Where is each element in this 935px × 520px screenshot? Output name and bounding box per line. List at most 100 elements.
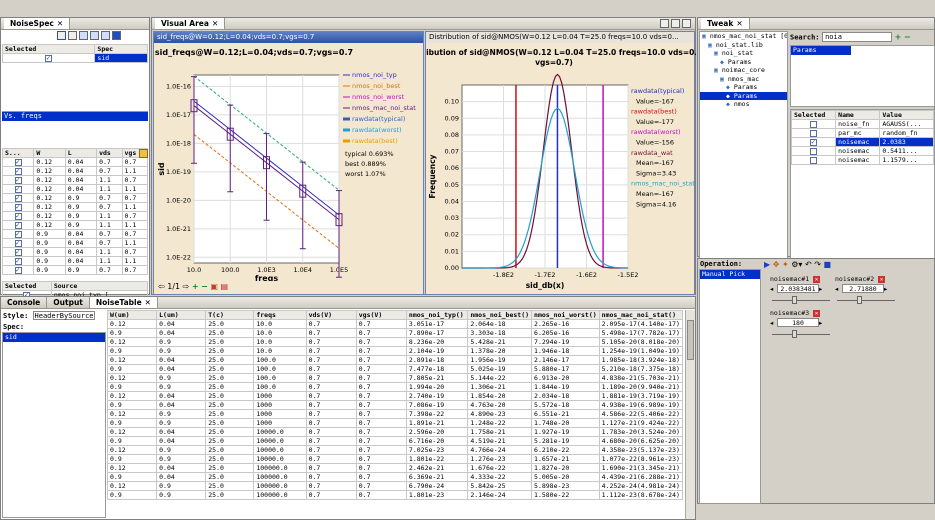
sweep-checkbox[interactable] (14, 266, 22, 274)
prev-page-icon[interactable]: ⇦ (158, 282, 165, 291)
sweep-checkbox[interactable] (14, 230, 22, 238)
spec-list-item[interactable]: sid (3, 333, 105, 342)
noise-col-header[interactable]: nmos_noi_best() (467, 310, 533, 320)
remove-param-icon[interactable]: ✕ (813, 276, 821, 283)
noise-row[interactable]: 0.12 0.9 25.0 10.0 0.7 0.7 8.236e-20 5.428e-21 7… (107, 337, 683, 347)
export-icon[interactable]: ▣ (210, 282, 218, 291)
noise-col-header[interactable]: nmos_noi_worst() (531, 310, 600, 320)
save-icon[interactable]: ■ (823, 260, 831, 269)
table-view-icon[interactable] (101, 31, 110, 40)
scroll-thumb[interactable] (687, 320, 694, 360)
spec-checkbox[interactable] (45, 54, 53, 62)
tree-node[interactable]: ◆ Params (700, 58, 787, 67)
noise-row[interactable]: 0.12 0.9 25.0 10000.0 0.7 0.7 7.025e-23 4.766e-… (107, 445, 683, 455)
noise-row[interactable]: 0.12 0.04 25.0 1000 0.7 0.7 2.740e-19 1.854e-20… (107, 391, 683, 401)
tree-node[interactable]: ▣ nmos_mac_noi_stat [0] (700, 32, 787, 41)
select-all-icon[interactable] (57, 31, 66, 40)
param-slider[interactable] (770, 330, 832, 338)
noise-col-header[interactable]: vgs(V) (355, 310, 407, 320)
noise-row[interactable]: 0.9 0.04 25.0 100000.0 0.7 0.7 6.369e-21 4.333e… (107, 472, 683, 482)
sweep-checkbox[interactable] (14, 158, 22, 166)
param-row[interactable]: noisemac2.0383 (790, 137, 934, 147)
sweep-checkbox[interactable] (14, 203, 22, 211)
operation-item[interactable]: Manual Pick (700, 270, 760, 279)
remove-icon[interactable]: − (904, 33, 911, 42)
sweep-checkbox[interactable] (14, 185, 22, 193)
tree-node[interactable]: ▣ noi_stat (700, 49, 787, 58)
tab-noisespec[interactable]: NoiseSpec ✕ (4, 18, 71, 29)
tree-node[interactable]: ▣ noi_stat.lib (700, 41, 787, 50)
param-checkbox[interactable] (810, 138, 818, 146)
undo-icon[interactable]: ↶ (805, 260, 812, 269)
settings-icon[interactable]: ⚙▾ (791, 260, 802, 269)
param-row[interactable]: par_mc random_fn (790, 128, 934, 138)
noise-row[interactable]: 0.12 0.9 25.0 100000.0 0.7 0.7 6.790e-24 5.842e… (107, 481, 683, 491)
sweep-row[interactable]: 0.120.90.70.7 (1, 193, 149, 203)
spec-row[interactable]: sid (1, 53, 148, 63)
remove-param-icon[interactable]: ✕ (813, 310, 821, 317)
play-icon[interactable]: ▶ (764, 260, 770, 269)
add-icon[interactable]: + (895, 33, 902, 42)
tree-node[interactable]: ▣ noimac_core (700, 66, 787, 75)
noise-row[interactable]: 0.12 0.9 25.0 100.0 0.7 0.7 7.805e-21 5.144e-22… (107, 373, 683, 383)
sweep-checkbox[interactable] (14, 212, 22, 220)
noise-col-header[interactable]: L(um) (156, 310, 207, 320)
noise-row[interactable]: 0.9 0.9 25.0 10000.0 0.7 0.7 1.801e-22 1.276e-2… (107, 454, 683, 464)
param-value-field[interactable]: 2.0383481 (777, 284, 819, 293)
param-slider[interactable] (835, 296, 897, 304)
param-row[interactable]: noisemac 1.1579... (790, 155, 934, 165)
param-slider[interactable] (770, 296, 832, 304)
param-checkbox[interactable] (810, 156, 818, 164)
noise-col-header[interactable]: freqs (253, 310, 307, 320)
redo-icon[interactable]: ↷ (814, 260, 821, 269)
sweep-icon[interactable]: ✦ (782, 260, 789, 269)
sweep-row[interactable]: 0.120.040.70.7 (1, 157, 149, 167)
close-icon[interactable]: ✕ (57, 19, 63, 28)
sweep-col-header[interactable]: S... (1, 148, 35, 158)
decrement-button[interactable]: ◂ (770, 285, 777, 293)
tab-visual-area[interactable]: Visual Area ✕ (155, 18, 226, 29)
tree-node[interactable]: ◆ Params (700, 83, 787, 92)
remove-icon[interactable]: − (201, 282, 208, 291)
sweep-row[interactable]: 0.120.041.10.7 (1, 175, 149, 185)
sweep-checkbox[interactable] (14, 248, 22, 256)
param-value-field[interactable]: 2.71880 (842, 284, 884, 293)
noise-row[interactable]: 0.12 0.04 25.0 100.0 0.7 0.7 2.891e-18 1.956e-1… (107, 355, 683, 365)
noise-row[interactable]: 0.12 0.9 25.0 1000 0.7 0.7 7.398e-22 4.890e-23 6… (107, 409, 683, 419)
sweep-col-header[interactable]: vds (96, 148, 123, 158)
tree-node[interactable]: ◆ Params (700, 91, 787, 100)
pick-icon[interactable]: ✥ (773, 260, 780, 269)
close-icon[interactable]: ✕ (212, 19, 218, 28)
sweep-search-icon[interactable] (139, 149, 148, 158)
sweep-checkbox[interactable] (14, 221, 22, 229)
sweep-row[interactable]: 0.120.041.11.1 (1, 184, 149, 194)
sweep-row[interactable]: 0.120.040.71.1 (1, 166, 149, 176)
minimize-icon[interactable] (671, 19, 680, 28)
tree-node[interactable]: ◆ nmos (700, 100, 787, 109)
noise-row[interactable]: 0.12 0.04 25.0 10.0 0.7 0.7 3.051e-17 2.064e-18… (107, 319, 683, 329)
sweep-row[interactable]: 0.90.040.71.1 (1, 238, 149, 248)
list-view-icon[interactable] (90, 31, 99, 40)
param-row[interactable]: noisemac 0.5411... (790, 146, 934, 156)
noise-col-header[interactable]: T(c) (205, 310, 255, 320)
noise-row[interactable]: 0.9 0.04 25.0 10000.0 0.7 0.7 6.716e-20 4.519e-… (107, 436, 683, 446)
noise-col-header[interactable]: nmos_mac_noi_stat() (598, 310, 683, 320)
param-row[interactable]: noise_fn AGAUSS(... (790, 119, 934, 129)
tab-tweak[interactable]: Tweak ✕ (701, 18, 750, 29)
increment-button[interactable]: ▸ (819, 319, 822, 327)
param-value-field[interactable]: 180 (777, 318, 819, 327)
sweep-row[interactable]: 0.120.90.71.1 (1, 202, 149, 212)
sweep-row[interactable]: 0.120.91.11.1 (1, 220, 149, 230)
noise-col-header[interactable]: nmos_noi_typ() (405, 310, 469, 320)
restore-icon[interactable] (660, 19, 669, 28)
noise-row[interactable]: 0.9 0.04 25.0 1000 0.7 0.7 7.086e-19 4.763e-20 5… (107, 400, 683, 410)
sweep-checkbox[interactable] (14, 176, 22, 184)
sweep-row[interactable]: 0.90.90.70.7 (1, 265, 149, 275)
noise-row[interactable]: 0.9 0.04 25.0 10.0 0.7 0.7 7.890e-17 3.303e-18 6… (107, 328, 683, 338)
deselect-icon[interactable] (68, 31, 77, 40)
param-checkbox[interactable] (810, 147, 818, 155)
decrement-button[interactable]: ◂ (770, 319, 777, 327)
color-icon[interactable] (112, 31, 121, 40)
tab-noisetable[interactable]: NoiseTable ✕ (89, 297, 158, 308)
sweep-row[interactable]: 0.120.91.10.7 (1, 211, 149, 221)
